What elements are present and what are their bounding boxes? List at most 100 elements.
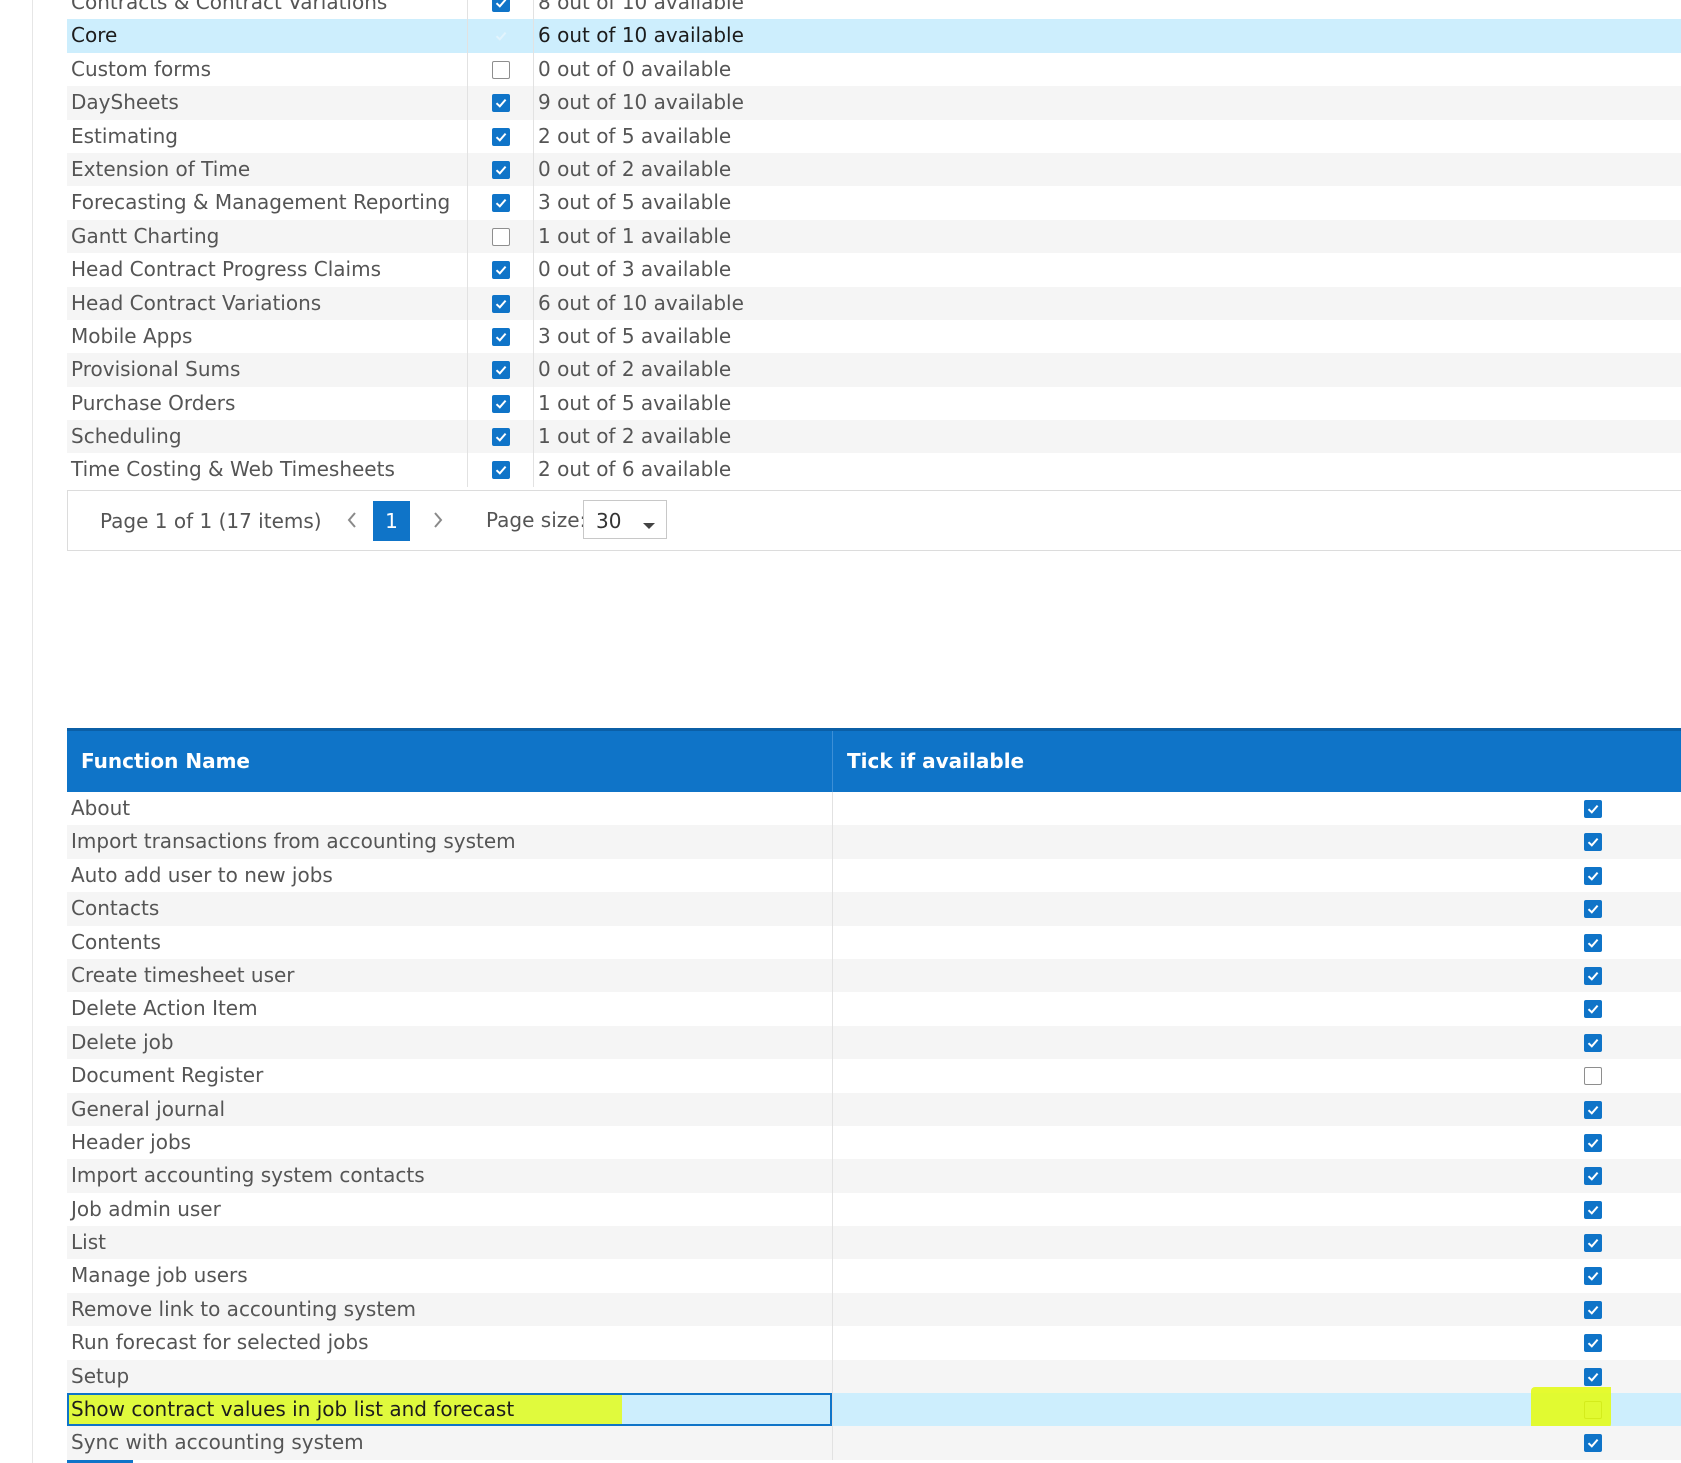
module-enabled-checkbox[interactable] xyxy=(492,461,510,480)
module-enabled-checkbox[interactable] xyxy=(492,361,510,380)
function-available-checkbox[interactable] xyxy=(1584,933,1602,952)
module-row[interactable]: Extension of Time 0 out of 2 available xyxy=(67,152,1681,187)
page-size-dropdown[interactable]: 30 xyxy=(583,500,667,539)
function-available-cell xyxy=(1584,833,1602,852)
function-available-checkbox[interactable] xyxy=(1584,1367,1602,1386)
module-name: Provisional Sums xyxy=(71,357,241,382)
function-available-cell xyxy=(1584,933,1602,952)
function-available-cell xyxy=(1584,1234,1602,1253)
module-enabled-checkbox[interactable] xyxy=(492,0,510,12)
module-enabled-checkbox[interactable] xyxy=(492,127,510,146)
module-row[interactable]: Mobile Apps 3 out of 5 available xyxy=(67,319,1681,354)
module-availability: 1 out of 2 available xyxy=(538,424,732,449)
function-row[interactable]: Remove link to accounting system xyxy=(67,1292,1681,1327)
checkmark-icon xyxy=(1587,1172,1599,1182)
module-enabled-cell xyxy=(492,461,510,480)
function-row[interactable]: General journal xyxy=(67,1092,1681,1126)
column-divider xyxy=(467,119,468,153)
module-enabled-checkbox[interactable] xyxy=(492,428,510,447)
function-available-checkbox[interactable] xyxy=(1584,866,1602,885)
column-divider xyxy=(467,219,468,254)
function-row[interactable]: Header jobs xyxy=(67,1125,1681,1160)
module-row[interactable]: Estimating 2 out of 5 available xyxy=(67,119,1681,153)
function-available-checkbox[interactable] xyxy=(1584,1000,1602,1019)
function-available-checkbox[interactable] xyxy=(1584,1200,1602,1219)
column-header-function-name[interactable]: Function Name xyxy=(81,749,250,773)
module-row[interactable]: Scheduling 1 out of 2 available xyxy=(67,420,1681,454)
function-row[interactable]: Import accounting system contacts xyxy=(67,1159,1681,1193)
module-enabled-checkbox[interactable] xyxy=(492,294,510,313)
module-enabled-checkbox[interactable] xyxy=(492,394,510,413)
module-name: Extension of Time xyxy=(71,156,251,181)
function-row[interactable]: Delete job xyxy=(67,1025,1681,1060)
function-available-cell xyxy=(1584,1133,1602,1152)
function-available-checkbox[interactable] xyxy=(1584,833,1602,852)
function-available-checkbox[interactable] xyxy=(1584,1067,1602,1086)
function-row[interactable]: Sync with accounting system xyxy=(67,1426,1681,1460)
column-divider xyxy=(832,1159,833,1193)
function-available-checkbox[interactable] xyxy=(1584,966,1602,985)
function-row[interactable]: Contacts xyxy=(67,892,1681,926)
function-row[interactable]: Job admin user xyxy=(67,1192,1681,1227)
function-row[interactable]: About xyxy=(67,792,1681,826)
function-row[interactable]: Import transactions from accounting syst… xyxy=(67,825,1681,859)
module-row[interactable]: DaySheets 9 out of 10 available xyxy=(67,86,1681,120)
function-available-checkbox[interactable] xyxy=(1584,1100,1602,1119)
column-divider xyxy=(467,0,468,20)
checkmark-icon xyxy=(495,366,507,376)
module-availability: 3 out of 5 available xyxy=(538,190,732,215)
column-divider xyxy=(832,1393,833,1427)
function-available-checkbox[interactable] xyxy=(1584,1167,1602,1186)
column-header-tick-if-available[interactable]: Tick if available xyxy=(847,749,1024,773)
module-row[interactable]: Custom forms 0 out of 0 available xyxy=(67,52,1681,87)
function-row[interactable]: Document Register xyxy=(67,1059,1681,1093)
module-row[interactable]: Provisional Sums 0 out of 2 available xyxy=(67,353,1681,387)
module-row[interactable]: Core 6 out of 10 available xyxy=(67,19,1681,53)
function-available-checkbox[interactable] xyxy=(1584,1133,1602,1152)
module-enabled-checkbox[interactable] xyxy=(492,27,510,45)
function-available-checkbox[interactable] xyxy=(1584,800,1602,818)
module-enabled-checkbox[interactable] xyxy=(492,194,510,213)
function-row[interactable]: Auto add user to new jobs xyxy=(67,858,1681,893)
function-row[interactable]: Run forecast for selected jobs xyxy=(67,1326,1681,1360)
module-name: Custom forms xyxy=(71,56,212,81)
function-name: Auto add user to new jobs xyxy=(71,862,333,887)
chevron-left-icon[interactable] xyxy=(340,505,364,535)
module-row[interactable]: Forecasting & Management Reporting 3 out … xyxy=(67,186,1681,220)
module-row[interactable]: Gantt Charting 1 out of 1 available xyxy=(67,219,1681,254)
function-row[interactable]: Create timesheet user xyxy=(67,958,1681,993)
chevron-right-icon[interactable] xyxy=(426,505,450,535)
module-row[interactable]: Purchase Orders 1 out of 5 available xyxy=(67,386,1681,421)
function-row[interactable]: Delete Action Item xyxy=(67,992,1681,1026)
function-row[interactable]: List xyxy=(67,1226,1681,1260)
column-divider xyxy=(832,892,833,926)
module-row[interactable]: Head Contract Variations 6 out of 10 avai… xyxy=(67,286,1681,320)
module-row[interactable]: Time Costing & Web Timesheets 2 out of 6 … xyxy=(67,453,1681,487)
module-enabled-checkbox[interactable] xyxy=(492,227,510,246)
function-available-checkbox[interactable] xyxy=(1584,1267,1602,1286)
function-available-checkbox[interactable] xyxy=(1584,1234,1602,1253)
function-row[interactable]: Setup xyxy=(67,1359,1681,1394)
module-availability: 1 out of 5 available xyxy=(538,390,732,415)
function-available-checkbox[interactable] xyxy=(1584,900,1602,919)
function-available-checkbox[interactable] xyxy=(1584,1401,1602,1420)
module-enabled-checkbox[interactable] xyxy=(492,160,510,179)
function-available-checkbox[interactable] xyxy=(1584,1334,1602,1353)
module-name: Time Costing & Web Timesheets xyxy=(71,457,395,482)
module-name: Head Contract Variations xyxy=(71,290,322,315)
function-available-checkbox[interactable] xyxy=(1584,1300,1602,1319)
module-enabled-checkbox[interactable] xyxy=(492,261,510,280)
module-enabled-checkbox[interactable] xyxy=(492,94,510,113)
function-available-checkbox[interactable] xyxy=(1584,1434,1602,1453)
function-available-checkbox[interactable] xyxy=(1584,1033,1602,1052)
module-row[interactable]: Head Contract Progress Claims 0 out of 3 … xyxy=(67,253,1681,287)
module-enabled-checkbox[interactable] xyxy=(492,327,510,346)
function-available-cell xyxy=(1584,1000,1602,1019)
page-button-current[interactable]: 1 xyxy=(373,501,410,541)
function-row[interactable]: Manage job users xyxy=(67,1259,1681,1293)
module-row[interactable]: Contracts & Contract Variations 8 out of … xyxy=(67,0,1681,20)
module-enabled-checkbox[interactable] xyxy=(492,60,510,79)
function-row[interactable]: Contents xyxy=(67,925,1681,959)
column-divider xyxy=(467,319,468,354)
function-row[interactable]: Show contract values in job list and for… xyxy=(67,1387,1681,1434)
